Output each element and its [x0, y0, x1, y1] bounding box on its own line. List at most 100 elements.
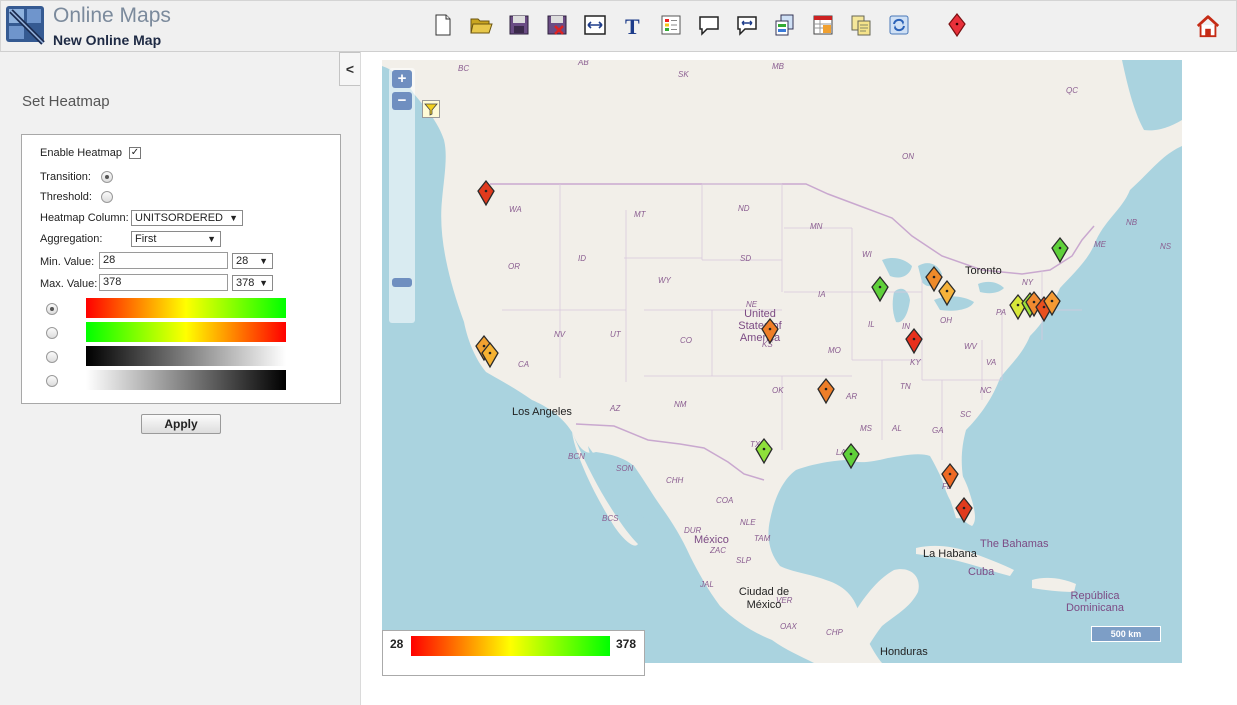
marker-icon[interactable] — [943, 11, 971, 39]
map-label-chp: CHP — [826, 628, 843, 637]
map-label-mb: MB — [772, 62, 784, 71]
map-label-ia: IA — [818, 290, 826, 299]
legend-gradient — [411, 636, 610, 656]
min-value-input[interactable]: 28 — [99, 252, 228, 269]
zoom-out-button[interactable]: − — [392, 92, 412, 110]
map-label-ns: NS — [1160, 242, 1172, 251]
max-value-input[interactable]: 378 — [99, 274, 228, 291]
chevron-down-icon: ▼ — [229, 213, 238, 223]
zoom-in-button[interactable]: + — [392, 70, 412, 88]
map-label-tam: TAM — [754, 534, 771, 543]
save-as-icon[interactable] — [543, 11, 571, 39]
north-america-land — [382, 60, 1182, 663]
svg-text:T: T — [625, 14, 640, 37]
palette-radio-4[interactable] — [46, 375, 58, 387]
zoom-slider-handle[interactable] — [392, 278, 412, 287]
palette-radio-2[interactable] — [46, 327, 58, 339]
city-label-la-habana: La Habana — [923, 548, 977, 560]
city-label-honduras: Honduras — [880, 646, 928, 658]
map-label-ny: NY — [1022, 278, 1034, 287]
callout-icon[interactable] — [695, 11, 723, 39]
enable-heatmap-checkbox[interactable]: ✓ — [129, 147, 141, 159]
map-label-il: IL — [868, 320, 875, 329]
legend-max-value: 378 — [616, 637, 637, 651]
map-marker-ca[interactable] — [480, 341, 500, 369]
map-label-wi: WI — [862, 250, 872, 259]
map-label-sk: SK — [678, 70, 689, 79]
min-value-select[interactable]: 28 ▼ — [232, 253, 273, 269]
callout-arrows-icon[interactable] — [733, 11, 761, 39]
text-icon[interactable]: T — [619, 11, 647, 39]
map-marker-fl[interactable] — [954, 496, 974, 524]
map-label-coa: COA — [716, 496, 734, 505]
collapse-panel-button[interactable]: < — [339, 52, 360, 86]
legend-icon[interactable] — [657, 11, 685, 39]
logo-icon — [5, 5, 47, 45]
map-label-nm: NM — [674, 400, 687, 409]
map-label-ca: CA — [518, 360, 530, 369]
basemap — [382, 60, 1182, 663]
map-label-co: CO — [680, 336, 692, 345]
max-select-value: 378 — [236, 277, 255, 289]
palette-black-white[interactable] — [86, 346, 286, 366]
map-label-bcn: BCN — [568, 452, 585, 461]
palette-red-yellow-green[interactable] — [86, 298, 286, 318]
layer-table-icon[interactable] — [809, 11, 837, 39]
map-marker-wa[interactable] — [476, 179, 496, 207]
palette-white-black[interactable] — [86, 370, 286, 390]
refresh-icon[interactable] — [885, 11, 913, 39]
map-label-nv: NV — [554, 330, 566, 339]
map-label-al: AL — [892, 424, 902, 433]
map-label-wv: WV — [964, 342, 977, 351]
country-label-bahamas: The Bahamas — [980, 538, 1049, 550]
transition-radio[interactable] — [101, 171, 113, 183]
map-marker-tx[interactable] — [754, 437, 774, 465]
app-header: Online Maps New Online Map T — [0, 0, 1237, 52]
map-marker-me[interactable] — [1050, 236, 1070, 264]
chevron-down-icon: ▼ — [207, 234, 216, 244]
map-label-nc: NC — [980, 386, 992, 395]
aggregation-select[interactable]: First ▼ — [131, 231, 221, 247]
enable-heatmap-label: Enable Heatmap — [40, 147, 122, 159]
city-label-los-angeles: Los Angeles — [512, 406, 572, 418]
map-label-or: OR — [508, 262, 520, 271]
map-marker-il[interactable] — [870, 275, 890, 303]
save-icon[interactable] — [505, 11, 533, 39]
heatmap-column-select[interactable]: UNITSORDERED ▼ — [131, 210, 243, 226]
map-marker-ar[interactable] — [816, 377, 836, 405]
filter-icon[interactable] — [422, 100, 440, 118]
map-marker-ky[interactable] — [904, 327, 924, 355]
map-marker-oh[interactable] — [937, 279, 957, 307]
chevron-down-icon: ▼ — [259, 278, 268, 288]
new-document-icon[interactable] — [429, 11, 457, 39]
map-label-ok: OK — [772, 386, 784, 395]
zoom-slider[interactable]: + − — [389, 68, 415, 323]
transition-label: Transition: — [40, 171, 91, 183]
map-marker-ny[interactable] — [1042, 289, 1062, 317]
heatmap-column-label: Heatmap Column: — [40, 212, 129, 224]
aggregation-value: First — [135, 233, 157, 245]
map-name: New Online Map — [53, 32, 162, 48]
palette-radio-1[interactable] — [46, 303, 58, 315]
map-marker-ks[interactable] — [760, 317, 780, 345]
map-marker-la[interactable] — [841, 442, 861, 470]
palette-green-yellow-red[interactable] — [86, 322, 286, 342]
map-label-oh: OH — [940, 316, 952, 325]
copy-icon[interactable] — [847, 11, 875, 39]
map-label-ky: KY — [910, 358, 921, 367]
aggregation-label: Aggregation: — [40, 233, 103, 245]
map-label-nd: ND — [738, 204, 750, 213]
app-title: Online Maps — [53, 4, 171, 27]
resize-icon[interactable] — [581, 11, 609, 39]
map-label-ms: MS — [860, 424, 872, 433]
apply-button[interactable]: Apply — [141, 414, 221, 434]
threshold-radio[interactable] — [101, 191, 113, 203]
map-view[interactable]: BC AB SK MB QC ON WA MT ND MN OR ID WY S… — [382, 60, 1182, 663]
map-marker-fl[interactable] — [940, 462, 960, 490]
max-value-select[interactable]: 378 ▼ — [232, 275, 273, 291]
palette-radio-3[interactable] — [46, 351, 58, 363]
home-icon[interactable] — [1195, 13, 1223, 41]
heatmap-legend: 28 378 — [382, 630, 645, 676]
open-folder-icon[interactable] — [467, 11, 495, 39]
layer-export-icon[interactable] — [771, 11, 799, 39]
